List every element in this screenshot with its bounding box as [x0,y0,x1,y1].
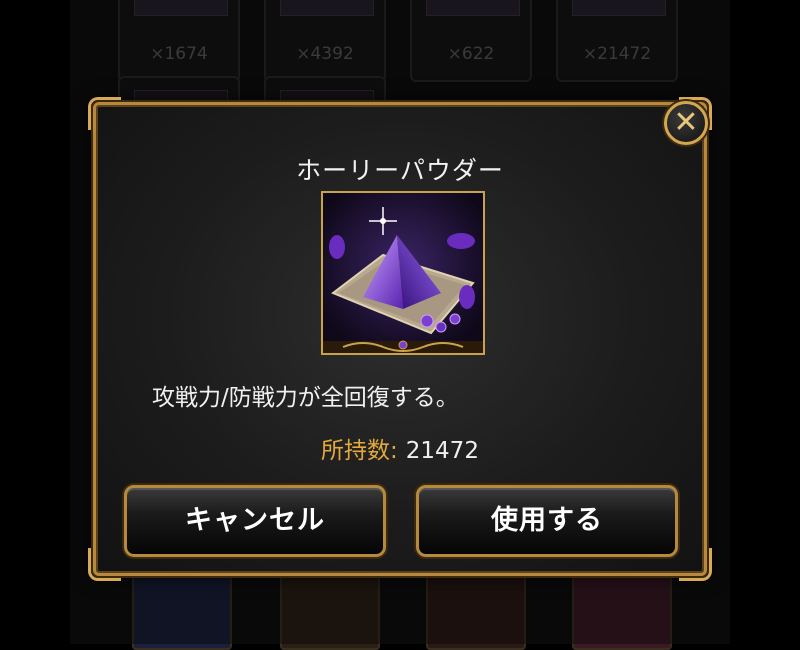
owned-count-value: 21472 [405,438,479,464]
corner-ornament [88,548,121,581]
corner-ornament [88,97,121,130]
owned-count: 所持数: 21472 [96,431,704,465]
corner-ornament [679,548,712,581]
close-icon[interactable]: ✕ [664,101,708,145]
cancel-button[interactable]: キャンセル [124,485,386,557]
dialog-title: ホーリーパウダー [296,156,504,185]
item-use-dialog: ホーリーパウダー 攻戦力/防戦力が全回復する。 所持数: 21472 キャンセル… [88,97,712,581]
item-description: 攻戦力/防戦力が全回復する。 [152,385,459,411]
use-button[interactable]: 使用する [416,485,678,557]
holy-powder-icon [321,191,485,355]
owned-count-label: 所持数: [321,438,398,464]
